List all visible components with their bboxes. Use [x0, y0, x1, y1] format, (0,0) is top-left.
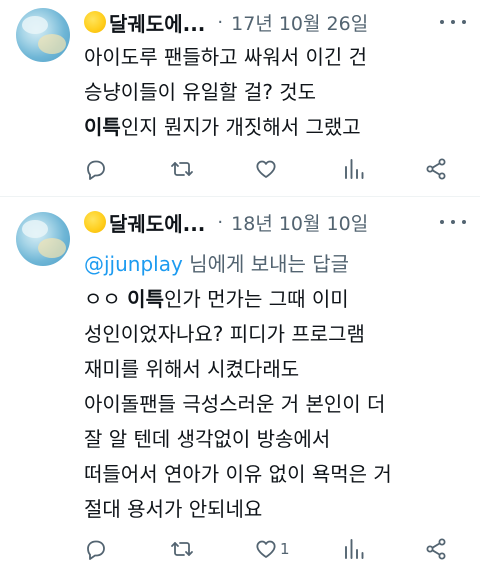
- tweet-date[interactable]: 17년 10월 26일: [231, 9, 368, 36]
- like-icon: [256, 540, 276, 558]
- action-bar: 1: [84, 536, 456, 562]
- display-name[interactable]: 달궤도에...: [109, 8, 205, 37]
- tweet-text: ㅇㅇ 이특인가 먼가는 그때 이미 성인이었자나요? 피디가 프로그램 재미를 …: [84, 282, 474, 527]
- text-line: 성인이었자나요? 피디가 프로그램: [84, 322, 365, 346]
- reply-icon: [87, 540, 105, 560]
- text-line: 이특인지 뭔지가 개짓해서 그랬고: [84, 115, 361, 139]
- like-icon: [256, 160, 276, 178]
- views-icon: [345, 159, 364, 179]
- retweet-button[interactable]: [170, 536, 196, 562]
- reply-button[interactable]: [84, 536, 110, 562]
- text-line: 아이도루 팬들하고 싸워서 이긴 건: [84, 45, 368, 69]
- replying-to: @jjunplay 님에게 보내는 답글: [84, 252, 350, 276]
- share-button[interactable]: [424, 156, 448, 182]
- text-line: 잘 알 텐데 생각없이 방송에서: [84, 427, 331, 451]
- separator-dot: ·: [217, 11, 224, 33]
- tweet-header: 달궤도에... · 18년 10월 10일: [84, 208, 368, 236]
- tweet-date[interactable]: 18년 10월 10일: [231, 209, 368, 236]
- retweet-button[interactable]: [170, 156, 196, 182]
- views-button[interactable]: [342, 536, 368, 562]
- text-line: 재미를 위해서 시켰다래도: [84, 357, 300, 381]
- separator-dot: ·: [217, 211, 224, 233]
- reply-icon: [87, 160, 105, 180]
- like-button[interactable]: 1: [254, 536, 290, 562]
- crescent-moon-emoji: [84, 11, 106, 33]
- action-bar: [84, 156, 456, 182]
- avatar[interactable]: [16, 8, 70, 62]
- views-button[interactable]: [342, 156, 368, 182]
- more-icon[interactable]: [440, 212, 466, 232]
- retweet-icon: [171, 542, 193, 556]
- reply-button[interactable]: [84, 156, 110, 182]
- like-button[interactable]: [254, 156, 280, 182]
- tweet[interactable]: 달궤도에... · 17년 10월 26일 아이도루 팬들하고 싸워서 이긴 건…: [0, 0, 480, 196]
- tweet[interactable]: 달궤도에... · 18년 10월 10일 @jjunplay 님에게 보내는 …: [0, 196, 480, 570]
- text-line: 절대 용서가 안되네요: [84, 497, 263, 521]
- text-line: 아이돌팬들 극성스러운 거 본인이 더: [84, 392, 386, 416]
- display-name[interactable]: 달궤도에...: [109, 208, 205, 237]
- tweet-header: 달궤도에... · 17년 10월 26일: [84, 8, 368, 36]
- like-count: 1: [280, 540, 290, 558]
- share-button[interactable]: [424, 536, 448, 562]
- views-icon: [345, 539, 364, 559]
- tweet-text: 아이도루 팬들하고 싸워서 이긴 건 승냥이들이 유일할 걸? 것도 이특인지 …: [84, 40, 474, 145]
- text-line: 승냥이들이 유일할 걸? 것도: [84, 80, 317, 104]
- share-icon: [426, 158, 446, 180]
- retweet-icon: [171, 162, 193, 176]
- share-icon: [426, 538, 446, 560]
- crescent-moon-emoji: [84, 211, 106, 233]
- text-line: 떠들어서 연아가 이유 없이 욕먹은 거: [84, 462, 392, 486]
- more-icon[interactable]: [440, 12, 466, 32]
- reply-to-handle[interactable]: @jjunplay: [84, 252, 183, 276]
- avatar[interactable]: [16, 212, 70, 266]
- text-line: ㅇㅇ 이특인가 먼가는 그때 이미: [84, 287, 349, 311]
